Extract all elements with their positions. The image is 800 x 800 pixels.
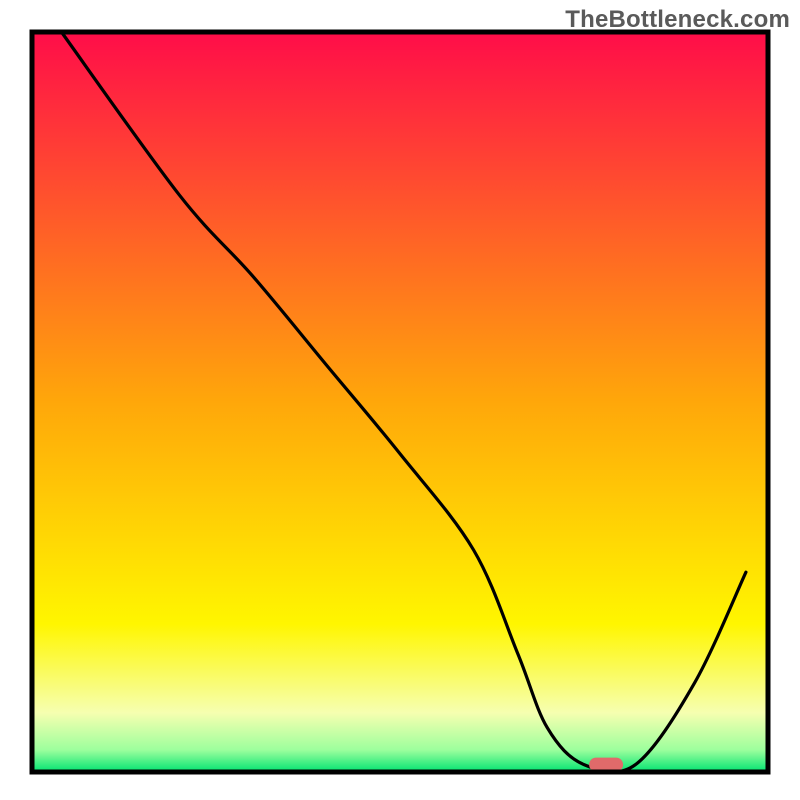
bottleneck-chart: TheBottleneck.com (0, 0, 800, 800)
chart-canvas (0, 0, 800, 800)
watermark-text: TheBottleneck.com (565, 6, 790, 34)
